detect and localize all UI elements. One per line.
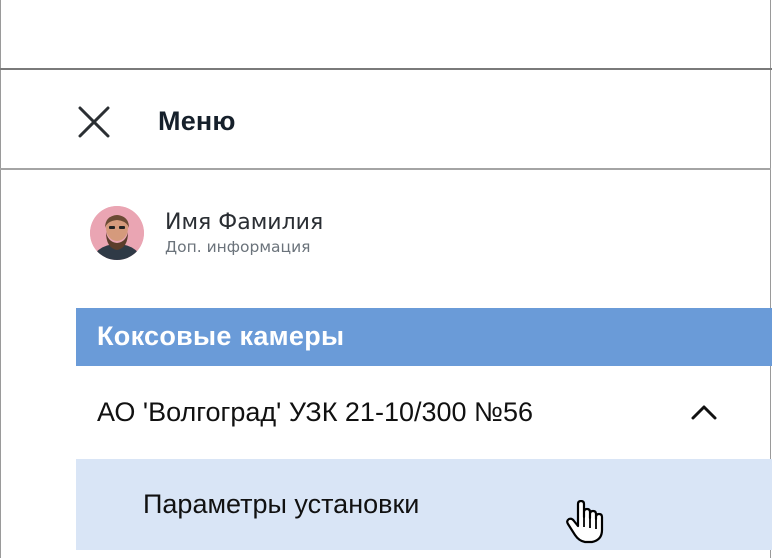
user-profile[interactable]: Имя Фамилия Доп. информация bbox=[90, 206, 390, 262]
user-name: Имя Фамилия bbox=[165, 210, 324, 235]
menu-group-label: АО 'Волгоград' УЗК 21-10/300 №56 bbox=[97, 397, 534, 427]
user-info: Доп. информация bbox=[165, 238, 311, 256]
avatar bbox=[90, 206, 144, 260]
menu-header: Меню bbox=[0, 70, 771, 170]
menu-group-row[interactable]: АО 'Волгоград' УЗК 21-10/300 №56 bbox=[76, 366, 772, 458]
close-icon bbox=[78, 106, 110, 138]
menu-title: Меню bbox=[158, 106, 236, 136]
close-button[interactable] bbox=[74, 102, 114, 142]
hand-pointer-icon bbox=[566, 500, 604, 544]
section-title: Коксовые камеры bbox=[97, 321, 345, 351]
section-header: Коксовые камеры bbox=[76, 308, 772, 366]
menu-item-label: Параметры установки bbox=[143, 489, 420, 519]
menu-item-installation-params[interactable]: Параметры установки bbox=[76, 459, 772, 550]
chevron-up-icon[interactable] bbox=[690, 402, 718, 422]
